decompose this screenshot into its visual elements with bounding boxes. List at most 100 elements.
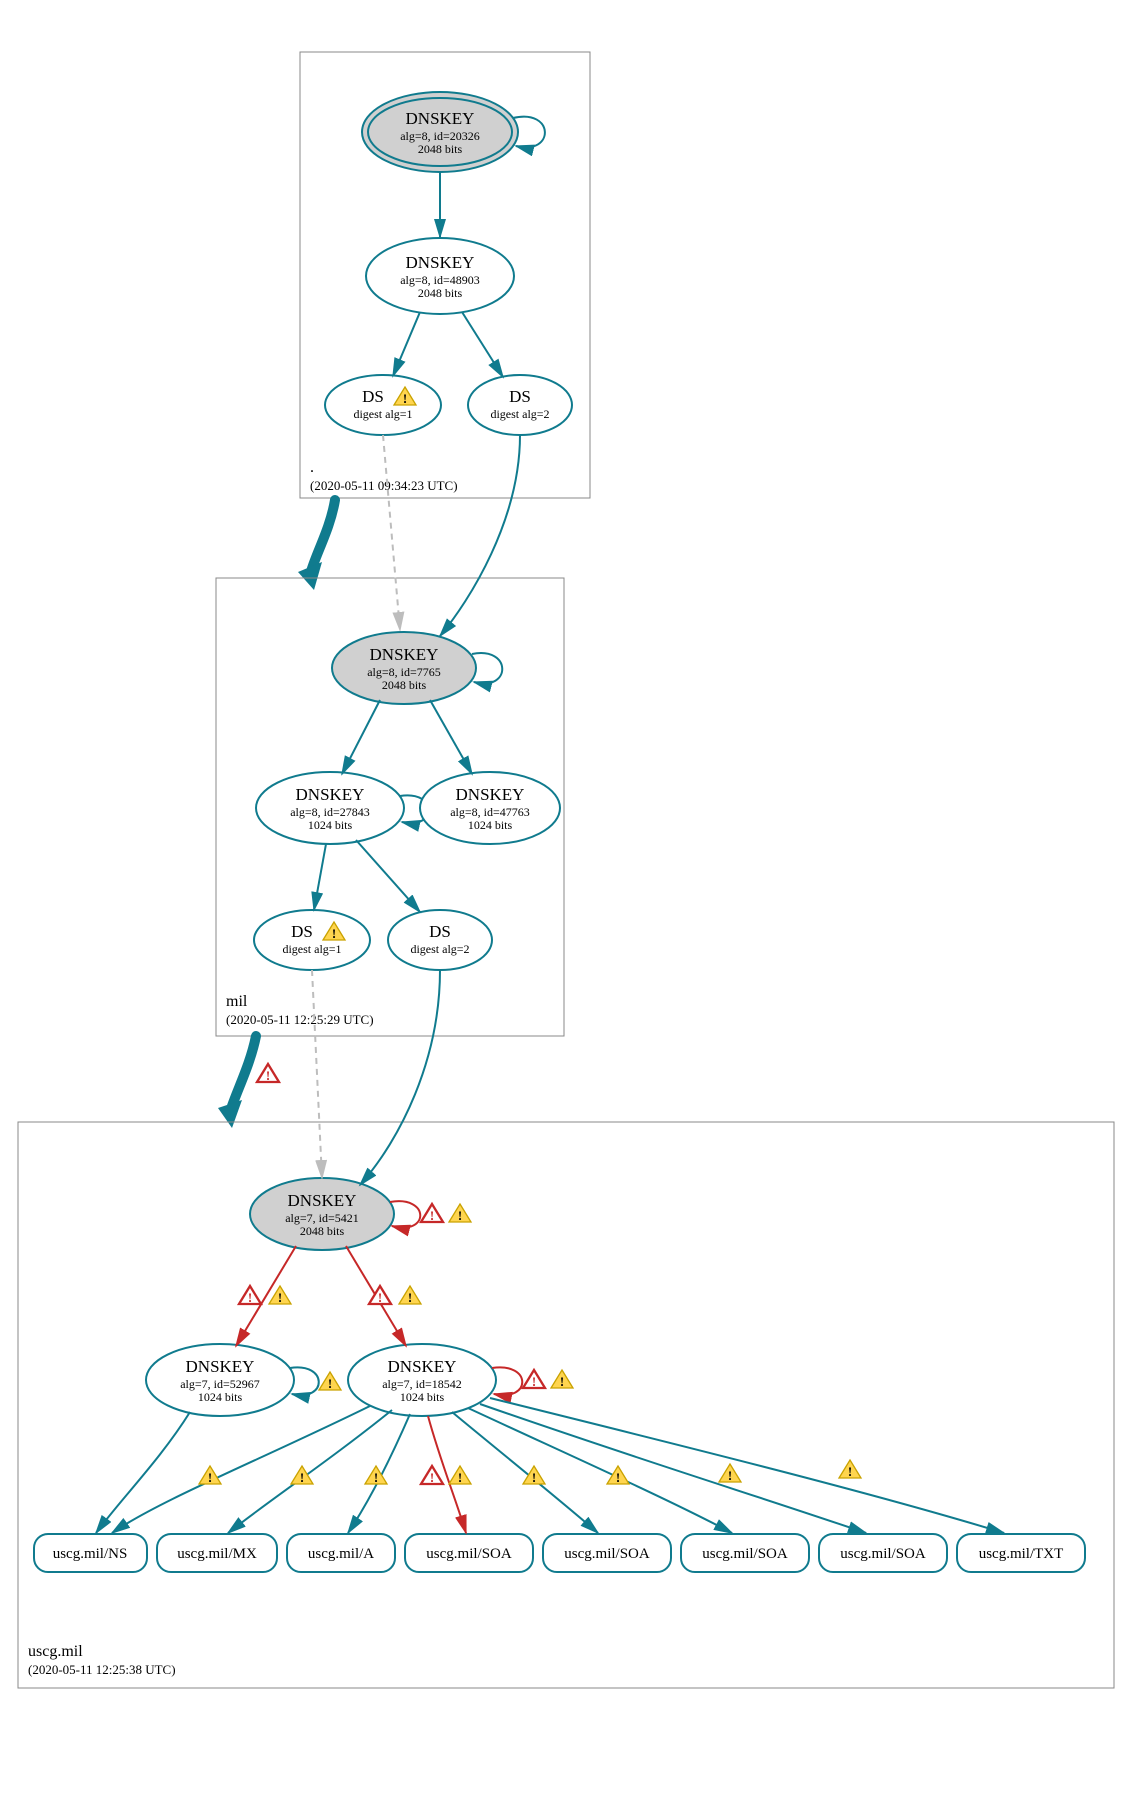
svg-text:alg=8, id=7765: alg=8, id=7765 xyxy=(367,665,441,679)
edge-zsk2-soa3 xyxy=(468,1408,732,1533)
svg-text:1024 bits: 1024 bits xyxy=(198,1390,243,1404)
svg-text:DNSKEY: DNSKEY xyxy=(288,1191,357,1210)
warning-icon xyxy=(719,1464,741,1483)
node-rr-soa4: uscg.mil/SOA xyxy=(819,1534,947,1572)
svg-text:uscg.mil/A: uscg.mil/A xyxy=(308,1546,374,1562)
warning-icon xyxy=(839,1460,861,1479)
node-rr-txt: uscg.mil/TXT xyxy=(957,1534,1085,1572)
node-rr-soa1: uscg.mil/SOA xyxy=(405,1534,533,1572)
node-root-ds1: DS digest alg=1 xyxy=(325,375,441,435)
svg-text:2048 bits: 2048 bits xyxy=(418,286,463,300)
node-uscg-ksk: DNSKEY alg=7, id=5421 2048 bits xyxy=(250,1178,394,1250)
svg-text:uscg.mil/SOA: uscg.mil/SOA xyxy=(426,1546,512,1562)
node-uscg-zsk2: DNSKEY alg=7, id=18542 1024 bits xyxy=(348,1344,496,1416)
svg-text:alg=7, id=52967: alg=7, id=52967 xyxy=(180,1377,260,1391)
node-uscg-zsk1: DNSKEY alg=7, id=52967 1024 bits xyxy=(146,1344,294,1416)
error-icon xyxy=(421,1466,443,1485)
warning-icon xyxy=(449,1204,471,1223)
edge-root-zsk-ds2 xyxy=(462,312,503,377)
zone-root-timestamp: (2020-05-11 09:34:23 UTC) xyxy=(310,478,458,493)
warning-icon xyxy=(199,1466,221,1485)
svg-text:alg=7, id=5421: alg=7, id=5421 xyxy=(285,1211,359,1225)
svg-text:DS: DS xyxy=(291,922,313,941)
svg-text:DNSKEY: DNSKEY xyxy=(456,785,525,804)
edge-milksk-zsk2 xyxy=(430,700,472,774)
edge-rootds1-milksk xyxy=(383,435,400,630)
delegation-mil-uscg xyxy=(230,1036,256,1112)
warning-icon xyxy=(269,1286,291,1305)
warning-icon xyxy=(291,1466,313,1485)
svg-text:alg=8, id=20326: alg=8, id=20326 xyxy=(400,129,480,143)
zone-mil-timestamp: (2020-05-11 12:25:29 UTC) xyxy=(226,1012,374,1027)
edge-milzsk1-ds2 xyxy=(356,840,420,912)
svg-text:DS: DS xyxy=(509,387,531,406)
svg-text:uscg.mil/SOA: uscg.mil/SOA xyxy=(564,1546,650,1562)
svg-text:DNSKEY: DNSKEY xyxy=(406,253,475,272)
node-rr-a: uscg.mil/A xyxy=(287,1534,395,1572)
svg-text:uscg.mil/NS: uscg.mil/NS xyxy=(53,1546,128,1562)
node-mil-zsk1: DNSKEY alg=8, id=27843 1024 bits xyxy=(256,772,404,844)
svg-text:uscg.mil/SOA: uscg.mil/SOA xyxy=(702,1546,788,1562)
node-rr-ns: uscg.mil/NS xyxy=(34,1534,147,1572)
svg-text:digest alg=2: digest alg=2 xyxy=(410,942,469,956)
zone-uscg-timestamp: (2020-05-11 12:25:38 UTC) xyxy=(28,1662,176,1677)
warning-icon xyxy=(319,1372,341,1391)
svg-text:alg=7, id=18542: alg=7, id=18542 xyxy=(382,1377,462,1391)
warning-icon xyxy=(399,1286,421,1305)
node-root-zsk: DNSKEY alg=8, id=48903 2048 bits xyxy=(366,238,514,314)
svg-text:digest alg=2: digest alg=2 xyxy=(490,407,549,421)
node-root-ksk: DNSKEY alg=8, id=20326 2048 bits xyxy=(362,92,518,172)
svg-text:alg=8, id=27843: alg=8, id=27843 xyxy=(290,805,370,819)
node-rr-mx: uscg.mil/MX xyxy=(157,1534,277,1572)
error-icon xyxy=(421,1204,443,1223)
node-mil-ds1: DS digest alg=1 xyxy=(254,910,370,970)
warning-icon xyxy=(523,1466,545,1485)
svg-text:uscg.mil/SOA: uscg.mil/SOA xyxy=(840,1546,926,1562)
edge-zsk2-soa2 xyxy=(452,1412,598,1533)
zone-uscg: uscg.mil (2020-05-11 12:25:38 UTC) DNSKE… xyxy=(18,970,1114,1688)
delegation-root-mil xyxy=(310,500,335,575)
error-icon xyxy=(523,1370,545,1389)
svg-text:DNSKEY: DNSKEY xyxy=(296,785,365,804)
svg-text:DNSKEY: DNSKEY xyxy=(186,1357,255,1376)
svg-text:alg=8, id=48903: alg=8, id=48903 xyxy=(400,273,480,287)
svg-text:digest alg=1: digest alg=1 xyxy=(282,942,341,956)
node-root-ds2: DS digest alg=2 xyxy=(468,375,572,435)
edge-milksk-zsk1 xyxy=(342,700,380,774)
node-mil-ksk: DNSKEY alg=8, id=7765 2048 bits xyxy=(332,632,476,704)
node-rr-soa3: uscg.mil/SOA xyxy=(681,1534,809,1572)
edge-milds2-uscgksk xyxy=(360,970,440,1185)
leaf-row: uscg.mil/NS uscg.mil/MX uscg.mil/A uscg.… xyxy=(34,1534,1085,1572)
svg-text:DS: DS xyxy=(429,922,451,941)
zone-mil-label: mil xyxy=(226,993,248,1010)
svg-text:2048 bits: 2048 bits xyxy=(300,1224,345,1238)
dnssec-graph: ! ! . (2020-05-11 09:34:23 UTC) DNSKEY a… xyxy=(0,0,1128,1793)
svg-text:uscg.mil/MX: uscg.mil/MX xyxy=(177,1546,257,1562)
edge-milzsk1-ds1 xyxy=(314,844,326,910)
node-mil-ds2: DS digest alg=2 xyxy=(388,910,492,970)
svg-text:DNSKEY: DNSKEY xyxy=(388,1357,457,1376)
warning-icon xyxy=(607,1466,629,1485)
svg-text:DNSKEY: DNSKEY xyxy=(370,645,439,664)
error-icon xyxy=(257,1064,279,1083)
edge-zsk2-soa4 xyxy=(480,1404,866,1533)
svg-text:DS: DS xyxy=(362,387,384,406)
svg-text:DNSKEY: DNSKEY xyxy=(406,109,475,128)
edge-zsk2-mx xyxy=(228,1410,392,1533)
zone-mil: mil (2020-05-11 12:25:29 UTC) DNSKEY alg… xyxy=(216,435,564,1036)
svg-text:alg=8, id=47763: alg=8, id=47763 xyxy=(450,805,530,819)
svg-text:1024 bits: 1024 bits xyxy=(400,1390,445,1404)
svg-text:1024 bits: 1024 bits xyxy=(308,818,353,832)
edge-zsk2-ns xyxy=(112,1406,370,1533)
edge-rootds2-milksk xyxy=(440,435,520,636)
svg-text:uscg.mil/TXT: uscg.mil/TXT xyxy=(979,1546,1064,1562)
svg-text:digest alg=1: digest alg=1 xyxy=(353,407,412,421)
error-icon xyxy=(239,1286,261,1305)
warning-icon xyxy=(551,1370,573,1389)
node-mil-zsk2: DNSKEY alg=8, id=47763 1024 bits xyxy=(420,772,560,844)
warning-icon xyxy=(449,1466,471,1485)
zone-root: . (2020-05-11 09:34:23 UTC) DNSKEY alg=8… xyxy=(300,52,590,498)
svg-text:1024 bits: 1024 bits xyxy=(468,818,513,832)
node-rr-soa2: uscg.mil/SOA xyxy=(543,1534,671,1572)
zone-root-label: . xyxy=(310,459,314,476)
